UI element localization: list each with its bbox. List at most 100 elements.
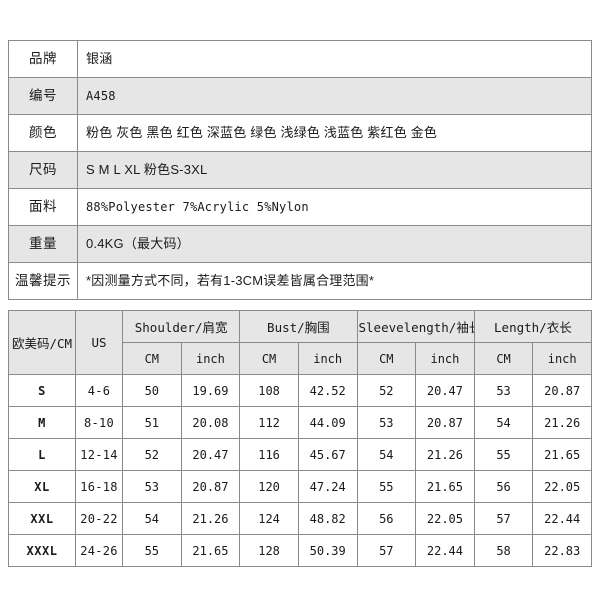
size-table-header-unit: CM <box>473 342 534 375</box>
product-info-label: 温馨提示 <box>8 262 78 300</box>
length-cm-cell: 54 <box>473 406 534 439</box>
shoulder-cm-cell: 53 <box>122 470 182 503</box>
table-row: L 12-14 52 20.47 116 45.67 54 21.26 55 21.65 <box>8 438 592 471</box>
product-info-value: 粉色 灰色 黑色 红色 深蓝色 绿色 浅绿色 浅蓝色 紫红色 金色 <box>77 114 592 152</box>
shoulder-inch-cell: 21.26 <box>180 502 241 535</box>
size-table-header-unit: inch <box>297 342 358 375</box>
table-row: S 4-6 50 19.69 108 42.52 52 20.47 53 20.87 <box>8 374 592 407</box>
sleeve-inch-cell: 22.05 <box>415 502 475 535</box>
sleeve-cm-cell: 56 <box>356 502 417 535</box>
shoulder-cm-cell: 50 <box>122 374 182 407</box>
size-table-header-unit: inch <box>180 342 241 375</box>
product-info-row: 品牌 银涵 <box>8 40 592 78</box>
size-table-header-group: Length/衣长 <box>473 310 593 343</box>
product-info-row: 温馨提示 *因测量方式不同，若有1-3CM误差皆属合理范围* <box>8 262 592 300</box>
sleeve-inch-cell: 20.87 <box>415 406 475 439</box>
length-inch-cell: 22.83 <box>532 534 592 567</box>
product-info-row: 重量 0.4KG（最大码） <box>8 225 592 263</box>
product-info-label: 品牌 <box>8 40 78 78</box>
length-inch-cell: 22.44 <box>532 502 592 535</box>
shoulder-cm-cell: 54 <box>122 502 182 535</box>
size-cell: M <box>8 406 76 439</box>
length-inch-cell: 21.26 <box>532 406 592 439</box>
product-info-row: 面料 88%Polyester 7%Acrylic 5%Nylon <box>8 188 592 226</box>
shoulder-inch-cell: 21.65 <box>180 534 241 567</box>
length-cm-cell: 53 <box>473 374 534 407</box>
size-cell: XXXL <box>8 534 76 567</box>
size-table-header-group: Sleevelength/袖长 <box>356 310 475 343</box>
size-table-header-group: Bust/胸围 <box>239 310 358 343</box>
product-info-table: 品牌 银涵 编号 A458 颜色 粉色 灰色 黑色 红色 深蓝色 绿色 浅绿色 浅蓝色 紫… <box>8 40 592 300</box>
product-info-value: *因测量方式不同，若有1-3CM误差皆属合理范围* <box>77 262 592 300</box>
shoulder-cm-cell: 55 <box>122 534 182 567</box>
length-inch-cell: 20.87 <box>532 374 592 407</box>
size-table-header-unit: CM <box>239 342 299 375</box>
shoulder-inch-cell: 20.47 <box>180 438 241 471</box>
sleeve-cm-cell: 52 <box>356 374 417 407</box>
size-cell: XL <box>8 470 76 503</box>
length-cm-cell: 56 <box>473 470 534 503</box>
table-row: XXL 20-22 54 21.26 124 48.82 56 22.05 57 22.44 <box>8 502 592 535</box>
product-info-label: 颜色 <box>8 114 78 152</box>
size-table-header-unit: inch <box>532 342 592 375</box>
product-info-label: 编号 <box>8 77 78 115</box>
bust-cm-cell: 116 <box>239 438 299 471</box>
sleeve-inch-cell: 21.26 <box>415 438 475 471</box>
size-table-header-unit: inch <box>415 342 475 375</box>
size-table-head: 欧美码/CM US Shoulder/肩宽 Bust/胸围 Sleevelength/袖… <box>8 310 593 375</box>
product-info-label: 尺码 <box>8 151 78 189</box>
shoulder-inch-cell: 19.69 <box>180 374 241 407</box>
length-cm-cell: 58 <box>473 534 534 567</box>
product-info-value: 银涵 <box>77 40 592 78</box>
sleeve-cm-cell: 53 <box>356 406 417 439</box>
size-cell: S <box>8 374 76 407</box>
bust-inch-cell: 48.82 <box>297 502 358 535</box>
bust-inch-cell: 50.39 <box>297 534 358 567</box>
product-info-label: 面料 <box>8 188 78 226</box>
product-info-row: 颜色 粉色 灰色 黑色 红色 深蓝色 绿色 浅绿色 浅蓝色 紫红色 金色 <box>8 114 592 152</box>
product-info-row: 尺码 S M L XL 粉色S-3XL <box>8 151 592 189</box>
product-info-row: 编号 A458 <box>8 77 592 115</box>
sleeve-inch-cell: 22.44 <box>415 534 475 567</box>
table-row: XXXL 24-26 55 21.65 128 50.39 57 22.44 58 22.83 <box>8 534 592 567</box>
size-table-header-unit: CM <box>356 342 417 375</box>
size-cell: L <box>8 438 76 471</box>
length-cm-cell: 55 <box>473 438 534 471</box>
us-cell: 4-6 <box>75 374 123 407</box>
bust-inch-cell: 42.52 <box>297 374 358 407</box>
size-table-header-groups: 欧美码/CM US Shoulder/肩宽 Bust/胸围 Sleevelength/袖… <box>8 310 593 375</box>
product-info-value: S M L XL 粉色S-3XL <box>77 151 592 189</box>
size-chart-page: 品牌 银涵 编号 A458 颜色 粉色 灰色 黑色 红色 深蓝色 绿色 浅绿色 浅蓝色 紫… <box>0 0 600 600</box>
length-inch-cell: 21.65 <box>532 438 592 471</box>
table-row: XL 16-18 53 20.87 120 47.24 55 21.65 56 22.05 <box>8 470 592 503</box>
us-cell: 12-14 <box>75 438 123 471</box>
length-inch-cell: 22.05 <box>532 470 592 503</box>
bust-cm-cell: 108 <box>239 374 299 407</box>
sleeve-inch-cell: 20.47 <box>415 374 475 407</box>
shoulder-cm-cell: 52 <box>122 438 182 471</box>
bust-inch-cell: 44.09 <box>297 406 358 439</box>
shoulder-inch-cell: 20.08 <box>180 406 241 439</box>
size-table-header-group: 欧美码/CM <box>8 310 76 375</box>
bust-cm-cell: 120 <box>239 470 299 503</box>
size-table-header-unit: CM <box>122 342 182 375</box>
bust-cm-cell: 124 <box>239 502 299 535</box>
us-cell: 20-22 <box>75 502 123 535</box>
sleeve-inch-cell: 21.65 <box>415 470 475 503</box>
product-info-value: A458 <box>77 77 592 115</box>
product-info-value: 88%Polyester 7%Acrylic 5%Nylon <box>77 188 592 226</box>
us-cell: 16-18 <box>75 470 123 503</box>
bust-inch-cell: 47.24 <box>297 470 358 503</box>
product-info-body: 品牌 银涵 编号 A458 颜色 粉色 灰色 黑色 红色 深蓝色 绿色 浅绿色 浅蓝色 紫… <box>8 40 592 300</box>
bust-inch-cell: 45.67 <box>297 438 358 471</box>
length-cm-cell: 57 <box>473 502 534 535</box>
shoulder-inch-cell: 20.87 <box>180 470 241 503</box>
size-table-header-group: Shoulder/肩宽 <box>121 310 241 343</box>
size-measurement-table: 欧美码/CM US Shoulder/肩宽 Bust/胸围 Sleevelength/袖… <box>8 310 593 567</box>
size-table-header-group: US <box>75 310 123 375</box>
size-table-body: S 4-6 50 19.69 108 42.52 52 20.47 53 20.87 M 8-10 51… <box>8 374 592 567</box>
sleeve-cm-cell: 55 <box>356 470 417 503</box>
shoulder-cm-cell: 51 <box>122 406 182 439</box>
size-cell: XXL <box>8 502 76 535</box>
sleeve-cm-cell: 57 <box>356 534 417 567</box>
